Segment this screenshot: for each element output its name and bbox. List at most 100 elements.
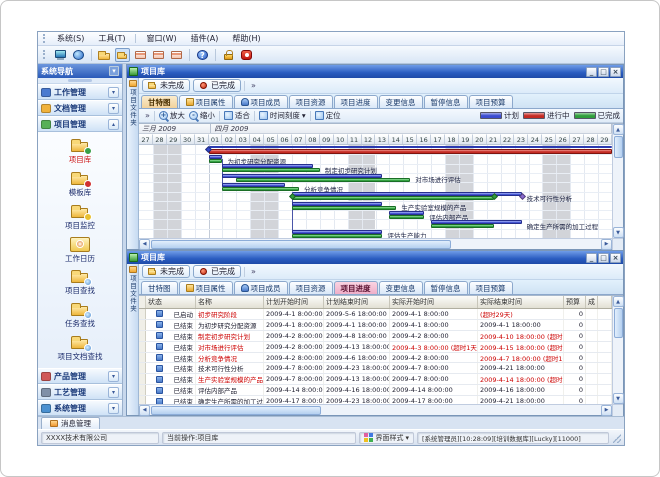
sidebar-group-4[interactable]: 产品管理▾	[38, 368, 122, 384]
unfinished-button[interactable]: 未完成	[142, 265, 190, 278]
sidebar-item-link[interactable]: 任务查找	[65, 302, 95, 329]
sidebar-item-link[interactable]: 项目查找	[65, 269, 95, 296]
folder-open-icon[interactable]	[115, 48, 130, 62]
message-icon-3[interactable]	[169, 48, 184, 62]
tab-message-management[interactable]: 消息管理	[41, 417, 100, 429]
tab-项目成员[interactable]: 项目成员	[234, 281, 288, 294]
column-header-2[interactable]: 名称	[196, 296, 264, 308]
table-row[interactable]: 已结束技术可行性分析2009-4-7 8:00:002009-4-23 18:0…	[139, 363, 612, 374]
stop-icon[interactable]	[239, 48, 254, 62]
column-header-1[interactable]: 状态	[146, 296, 196, 308]
maximize-icon[interactable]: □	[598, 253, 609, 263]
scroll-thumb[interactable]	[614, 136, 623, 158]
chevron-down-icon[interactable]: ▾	[108, 87, 119, 98]
scroll-left-icon[interactable]: ◀	[139, 239, 150, 250]
sidebar-group-5[interactable]: 工艺管理▾	[38, 384, 122, 400]
unfinished-button[interactable]: 未完成	[142, 79, 190, 92]
tab-项目属性[interactable]: 项目属性	[179, 95, 233, 108]
panel-titlebar[interactable]: 项目库 _ □ ×	[127, 251, 623, 264]
toolbar-grip[interactable]	[43, 50, 45, 59]
tab-项目预算[interactable]: 项目预算	[469, 281, 513, 294]
scroll-down-icon[interactable]: ▼	[613, 227, 624, 238]
tab-项目预算[interactable]: 项目预算	[469, 95, 513, 108]
interface-style-dropdown[interactable]: 界面样式 ▾	[359, 432, 414, 444]
scroll-thumb[interactable]	[151, 240, 451, 249]
close-icon[interactable]: ×	[610, 253, 621, 263]
menu-item-1[interactable]: 系统(S)	[50, 32, 91, 45]
tab-甘特图[interactable]: 甘特图	[141, 95, 178, 108]
globe-icon[interactable]	[71, 48, 86, 62]
tab-变更信息[interactable]: 变更信息	[379, 281, 423, 294]
scroll-up-icon[interactable]: ▲	[613, 124, 624, 135]
column-header-3[interactable]: 计划开始时间	[264, 296, 324, 308]
chevron-down-icon[interactable]: ▾	[108, 403, 119, 414]
message-icon-2[interactable]	[151, 48, 166, 62]
gantt-plan-bar[interactable]	[292, 202, 382, 206]
chevron-up-icon[interactable]: ▴	[108, 119, 119, 130]
folder-icon[interactable]	[97, 48, 112, 62]
gantt-summary-plan-bar[interactable]	[209, 146, 612, 148]
menu-item-4[interactable]: 插件(A)	[184, 32, 226, 45]
scroll-down-icon[interactable]: ▼	[613, 393, 624, 404]
minimize-icon[interactable]: _	[586, 253, 597, 263]
table-row[interactable]: 已结束对市场进行评估2009-4-2 8:00:002009-4-13 18:0…	[139, 342, 612, 353]
gantt-done-bar[interactable]	[292, 196, 494, 200]
tab-项目进度[interactable]: 项目进度	[334, 95, 378, 108]
close-icon[interactable]: ×	[610, 67, 621, 77]
overflow-chevron-icon[interactable]: »	[145, 111, 150, 120]
column-header-4[interactable]: 计划结束时间	[324, 296, 390, 308]
gantt-vertical-scrollbar[interactable]: ▲ ▼	[612, 124, 623, 238]
finished-button[interactable]: 已完成	[193, 265, 241, 278]
side-tab-project-folders[interactable]: 项目文件夹	[127, 78, 139, 249]
scroll-up-icon[interactable]: ▲	[613, 296, 624, 307]
gantt-done-bar[interactable]	[389, 215, 424, 219]
sidebar-item-link[interactable]: 模板库	[69, 171, 92, 198]
sidebar-group-1[interactable]: 工作管理▾	[38, 84, 122, 100]
table-row[interactable]: 已结束为初步研究分配资源2009-4-1 8:00:002009-4-1 18:…	[139, 320, 612, 331]
tab-项目属性[interactable]: 项目属性	[179, 281, 233, 294]
column-header-7[interactable]: 预算	[564, 296, 586, 308]
gantt-tool-5[interactable]: 定位	[315, 110, 341, 121]
lock-icon[interactable]	[221, 48, 236, 62]
table-row[interactable]: 已结束确定生产所需的加工过程2009-4-17 8:00:002009-4-23…	[139, 396, 612, 404]
tab-项目资源[interactable]: 项目资源	[289, 95, 333, 108]
sidebar-item-link[interactable]: 工作日历	[65, 237, 95, 264]
table-row[interactable]: 已结束生产实验室规模的产品2009-4-7 8:00:002009-4-13 1…	[139, 374, 612, 385]
scroll-thumb[interactable]	[151, 406, 321, 415]
gantt-horizontal-scrollbar[interactable]: ◀ ▶	[139, 238, 623, 249]
chevron-down-icon[interactable]: ▾	[108, 103, 119, 114]
scroll-right-icon[interactable]: ▶	[601, 405, 612, 416]
overflow-chevron-icon[interactable]: »	[251, 81, 256, 90]
column-header-6[interactable]: 实际结束时间	[478, 296, 564, 308]
chevron-down-icon[interactable]: ▾	[108, 387, 119, 398]
sidebar-item-link[interactable]: 项目文档查找	[58, 335, 103, 362]
table-vertical-scrollbar[interactable]: ▲ ▼	[612, 296, 623, 404]
tab-甘特图[interactable]: 甘特图	[141, 281, 178, 294]
gantt-done-bar[interactable]	[292, 206, 396, 210]
message-icon-1[interactable]	[133, 48, 148, 62]
table-row[interactable]: 已结束制定初步研究计划2009-4-2 8:00:002009-4-8 18:0…	[139, 331, 612, 342]
table-row[interactable]: 已结束评估内部产品2009-4-14 8:00:002009-4-16 18:0…	[139, 385, 612, 396]
scroll-left-icon[interactable]: ◀	[139, 405, 150, 416]
sidebar-group-2[interactable]: 文档管理▾	[38, 100, 122, 116]
gantt-done-bar[interactable]	[222, 187, 299, 191]
gantt-tool-2[interactable]: -缩小	[189, 110, 215, 121]
column-header-5[interactable]: 实际开始时间	[390, 296, 478, 308]
gantt-done-bar[interactable]	[236, 178, 410, 182]
chevron-down-icon[interactable]: ▾	[108, 371, 119, 382]
gantt-tool-4[interactable]: 时间刻度▾	[259, 110, 306, 121]
sidebar-group-6[interactable]: 系统管理▾	[38, 400, 122, 416]
menu-item-5[interactable]: 帮助(H)	[225, 32, 267, 45]
help-icon[interactable]	[195, 48, 210, 62]
gantt-done-bar[interactable]	[292, 234, 382, 238]
resize-grip[interactable]	[613, 433, 621, 443]
finished-button[interactable]: 已完成	[193, 79, 241, 92]
gantt-done-bar[interactable]	[431, 224, 494, 228]
tab-暂停信息[interactable]: 暂停信息	[424, 95, 468, 108]
sidebar-group-3[interactable]: 项目管理▴	[38, 116, 122, 132]
side-tab-project-folders[interactable]: 项目文件夹	[127, 264, 139, 415]
gantt-plan-bar[interactable]	[292, 230, 382, 234]
gantt-tool-1[interactable]: +放大	[159, 110, 185, 121]
menu-item-3[interactable]: 窗口(W)	[139, 32, 183, 45]
gantt-done-bar[interactable]	[222, 168, 319, 172]
